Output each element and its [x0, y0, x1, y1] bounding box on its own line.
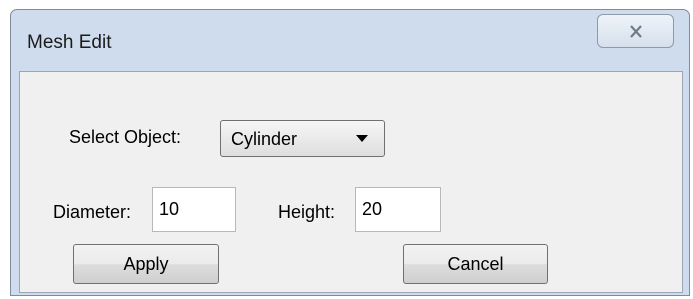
dialog-body: Select Object: Cylinder Diameter: Height… — [19, 71, 683, 293]
select-object-dropdown[interactable]: Cylinder — [220, 120, 385, 157]
height-input[interactable] — [355, 187, 441, 232]
mesh-edit-dialog: Mesh Edit Select Object: Cylinder Diamet… — [10, 9, 690, 296]
select-object-value: Cylinder — [231, 129, 298, 149]
diameter-input[interactable] — [152, 187, 236, 232]
height-label: Height: — [278, 202, 336, 222]
close-button[interactable] — [597, 14, 674, 48]
select-object-label: Select Object: — [69, 127, 182, 147]
apply-button[interactable]: Apply — [73, 244, 219, 284]
close-icon — [629, 24, 642, 38]
diameter-label: Diameter: — [53, 202, 132, 222]
cancel-button[interactable]: Cancel — [403, 244, 548, 284]
window-title: Mesh Edit — [27, 32, 112, 53]
chevron-down-icon — [356, 135, 368, 142]
